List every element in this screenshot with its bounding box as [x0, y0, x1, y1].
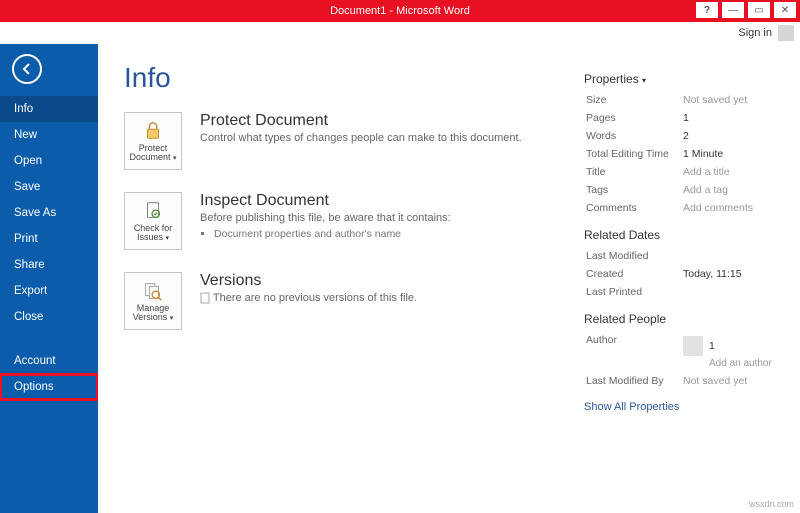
- backstage-sidebar: Info New Open Save Save As Print Share E…: [0, 44, 98, 513]
- sidebar-item-export[interactable]: Export: [0, 278, 98, 304]
- versions-title: Versions: [200, 272, 417, 290]
- author-avatar: [683, 336, 703, 356]
- sidebar-item-open[interactable]: Open: [0, 148, 98, 174]
- properties-panel: Properties ▾ SizeNot saved yet Pages1 Wo…: [584, 62, 774, 503]
- check-for-issues-button[interactable]: Check for Issues ▾: [124, 192, 182, 250]
- inspect-document-section: Check for Issues ▾ Inspect Document Befo…: [124, 192, 566, 250]
- table-row: Last Printed: [586, 284, 772, 300]
- author-count: 1: [709, 340, 715, 352]
- table-row: Words2: [586, 128, 772, 144]
- protect-document-button[interactable]: Protect Document ▾: [124, 112, 182, 170]
- dates-table: Last Modified CreatedToday, 11:15 Last P…: [584, 246, 774, 302]
- close-button[interactable]: ✕: [774, 2, 796, 18]
- add-author-link[interactable]: Add an author: [709, 358, 772, 369]
- versions-desc: There are no previous versions of this f…: [200, 292, 417, 304]
- table-row: TitleAdd a title: [586, 164, 772, 180]
- table-row: SizeNot saved yet: [586, 92, 772, 108]
- window-title: Document1 - Microsoft Word: [330, 5, 470, 17]
- inspect-bullet-list: Document properties and author's name: [214, 228, 451, 240]
- sidebar-item-saveas[interactable]: Save As: [0, 200, 98, 226]
- table-row: TagsAdd a tag: [586, 182, 772, 198]
- back-button[interactable]: [12, 54, 42, 84]
- properties-heading[interactable]: Properties ▾: [584, 72, 774, 86]
- page-title: Info: [124, 62, 566, 94]
- table-row: Author 1 Add an author: [586, 332, 772, 371]
- sign-in-link[interactable]: Sign in: [738, 27, 772, 39]
- protect-document-section: Protect Document ▾ Protect Document Cont…: [124, 112, 566, 170]
- sidebar-item-save[interactable]: Save: [0, 174, 98, 200]
- related-dates-heading: Related Dates: [584, 228, 774, 242]
- restore-button[interactable]: ▭: [748, 2, 770, 18]
- sidebar-item-options[interactable]: Options: [0, 374, 98, 400]
- lock-icon: [142, 120, 164, 142]
- table-row: Total Editing Time1 Minute: [586, 146, 772, 162]
- backstage-main: Info Protect Document ▾ Protect Document…: [98, 44, 800, 513]
- inspect-document-title: Inspect Document: [200, 192, 451, 210]
- properties-table: SizeNot saved yet Pages1 Words2 Total Ed…: [584, 90, 774, 218]
- versions-section: Manage Versions ▾ Versions There are no …: [124, 272, 566, 330]
- related-people-heading: Related People: [584, 312, 774, 326]
- watermark: wsxdn.com: [749, 499, 794, 509]
- table-row: CommentsAdd comments: [586, 200, 772, 216]
- title-bar: Document1 - Microsoft Word ? — ▭ ✕: [0, 0, 800, 22]
- sidebar-item-close[interactable]: Close: [0, 304, 98, 330]
- account-area[interactable]: Sign in: [738, 25, 794, 41]
- manage-versions-button[interactable]: Manage Versions ▾: [124, 272, 182, 330]
- sidebar-item-print[interactable]: Print: [0, 226, 98, 252]
- protect-document-desc: Control what types of changes people can…: [200, 132, 522, 144]
- people-table: Author 1 Add an author Last Modified ByN…: [584, 330, 774, 391]
- sidebar-item-new[interactable]: New: [0, 122, 98, 148]
- table-row: Last Modified ByNot saved yet: [586, 373, 772, 389]
- ribbon-strip: Sign in: [0, 22, 800, 44]
- document-check-icon: [142, 200, 164, 222]
- avatar[interactable]: [778, 25, 794, 41]
- show-all-properties-link[interactable]: Show All Properties: [584, 401, 774, 413]
- sidebar-item-account[interactable]: Account: [0, 348, 98, 374]
- sidebar-item-info[interactable]: Info: [0, 96, 98, 122]
- versions-icon: [142, 280, 164, 302]
- minimize-button[interactable]: —: [722, 2, 744, 18]
- help-button[interactable]: ?: [696, 2, 718, 18]
- table-row: Last Modified: [586, 248, 772, 264]
- sidebar-item-share[interactable]: Share: [0, 252, 98, 278]
- table-row: CreatedToday, 11:15: [586, 266, 772, 282]
- document-icon: [200, 292, 210, 304]
- inspect-document-desc: Before publishing this file, be aware th…: [200, 212, 451, 224]
- table-row: Pages1: [586, 110, 772, 126]
- window-controls: ? — ▭ ✕: [696, 2, 796, 18]
- author-row[interactable]: 1: [683, 336, 772, 356]
- protect-document-title: Protect Document: [200, 112, 522, 130]
